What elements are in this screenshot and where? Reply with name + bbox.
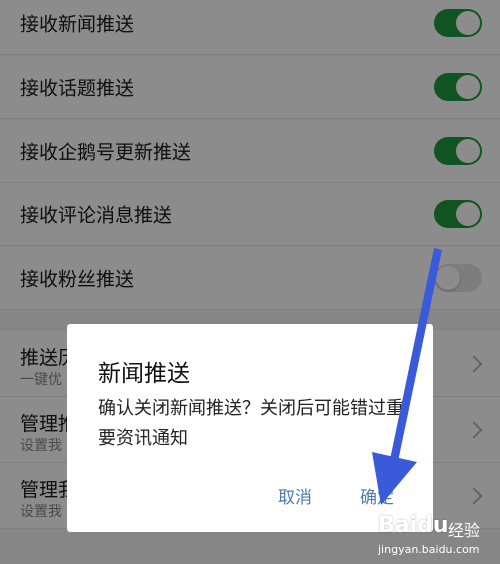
- watermark-text: 经验: [448, 521, 481, 540]
- watermark-url: jingyan.baidu.com: [378, 543, 480, 556]
- baidu-jingyan-watermark: Baidu 经验 jingyan.baidu.com: [378, 509, 498, 561]
- annotation-arrow-icon: [372, 248, 442, 505]
- watermark-logo: Baidu: [378, 513, 449, 538]
